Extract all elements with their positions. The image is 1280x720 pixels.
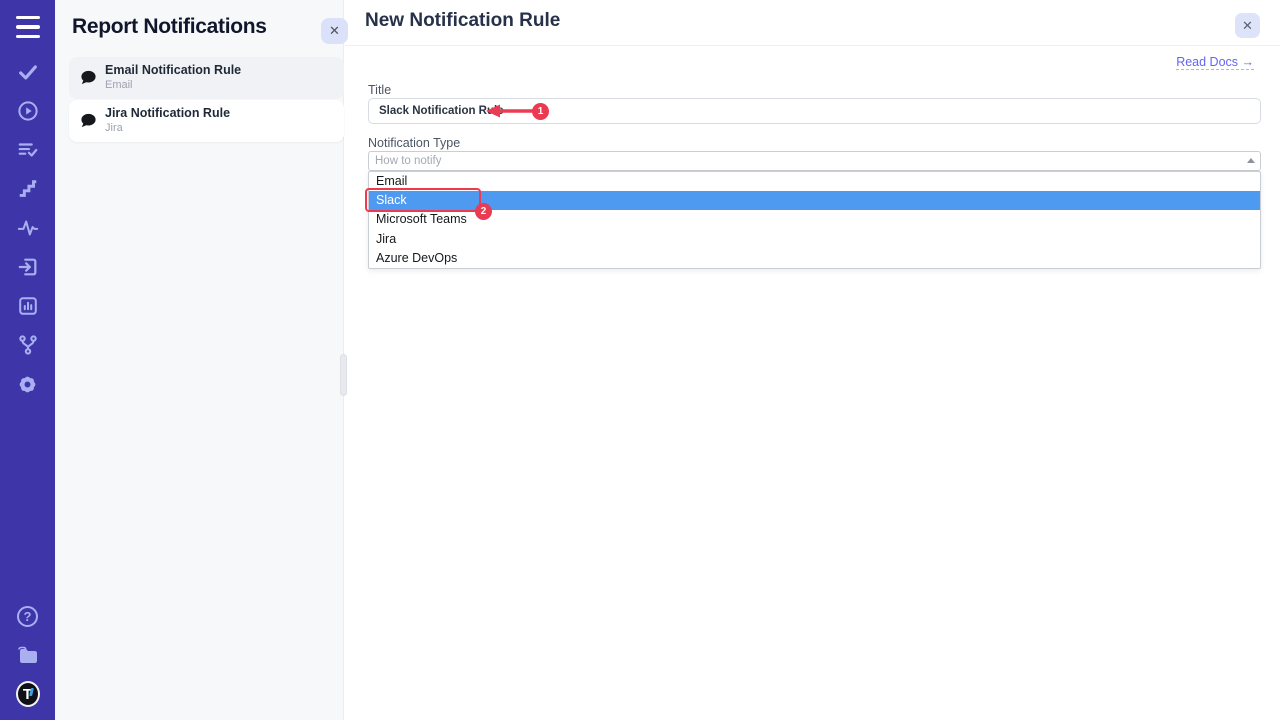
- check-icon[interactable]: [16, 60, 40, 84]
- list-item-jira-rule[interactable]: Jira Notification Rule Jira: [69, 100, 344, 142]
- option-microsoft-teams[interactable]: Microsoft Teams: [369, 210, 1260, 229]
- report-notifications-panel: Report Notifications ✕ Email Notificatio…: [55, 0, 344, 720]
- header-divider: [345, 45, 1280, 46]
- list-item-title: Email Notification Rule: [105, 63, 241, 77]
- export-icon[interactable]: [16, 255, 40, 279]
- chat-bubble-icon: [80, 70, 97, 85]
- play-circle-icon[interactable]: [16, 99, 40, 123]
- chat-bubble-icon: [80, 113, 97, 128]
- title-input[interactable]: [368, 98, 1261, 124]
- menu-icon[interactable]: [16, 16, 40, 38]
- rail-nav: [16, 60, 40, 396]
- help-icon[interactable]: ?: [16, 604, 40, 628]
- select-placeholder: How to notify: [375, 155, 441, 167]
- page-title: New Notification Rule: [365, 10, 560, 32]
- steps-icon[interactable]: [16, 177, 40, 201]
- notification-type-dropdown: Email Slack Microsoft Teams Jira Azure D…: [368, 171, 1261, 269]
- playlist-check-icon[interactable]: [16, 138, 40, 162]
- bar-chart-icon[interactable]: [16, 294, 40, 318]
- option-email[interactable]: Email: [369, 172, 1260, 191]
- list-item-email-rule[interactable]: Email Notification Rule Email: [69, 57, 344, 99]
- panel-resize-handle[interactable]: [340, 354, 347, 396]
- icon-rail: ? T: [0, 0, 55, 720]
- logo-t[interactable]: T: [16, 682, 40, 706]
- activity-icon[interactable]: [16, 216, 40, 240]
- panel-close-button[interactable]: ✕: [321, 18, 348, 44]
- read-docs-link[interactable]: Read Docs →: [1176, 55, 1254, 70]
- close-icon[interactable]: ✕: [1235, 13, 1260, 38]
- option-azure-devops[interactable]: Azure DevOps: [369, 249, 1260, 268]
- gear-icon[interactable]: [16, 372, 40, 396]
- list-item-subtitle: Jira: [105, 122, 123, 134]
- list-item-title: Jira Notification Rule: [105, 106, 230, 120]
- title-field-label: Title: [368, 83, 391, 97]
- select-caret-icon: [1247, 158, 1255, 163]
- type-field-label: Notification Type: [368, 136, 460, 150]
- app-window: ? T Report Notifications ✕ Email Notific…: [0, 0, 1280, 720]
- new-notification-rule-view: New Notification Rule ✕ Read Docs → Titl…: [345, 0, 1280, 720]
- rail-bottom: ? T: [0, 604, 55, 706]
- notification-type-select[interactable]: How to notify: [368, 151, 1261, 171]
- option-jira[interactable]: Jira: [369, 230, 1260, 249]
- option-slack[interactable]: Slack: [369, 191, 1260, 210]
- git-fork-icon[interactable]: [16, 333, 40, 357]
- folder-icon[interactable]: [16, 643, 40, 667]
- list-item-subtitle: Email: [105, 79, 133, 91]
- panel-title: Report Notifications: [72, 15, 267, 39]
